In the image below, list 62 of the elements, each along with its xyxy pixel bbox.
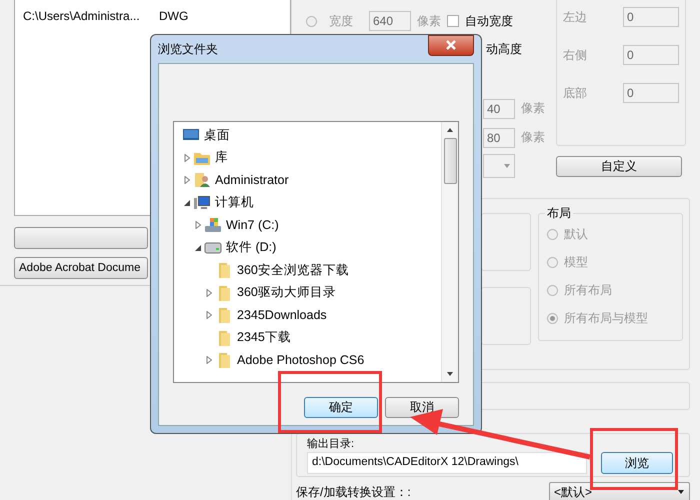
dialog-title: 浏览文件夹	[158, 40, 218, 58]
tree-item[interactable]: 2345Downloads	[237, 308, 327, 322]
browse-button[interactable]: 浏览	[601, 452, 673, 474]
tree-item[interactable]: 库	[215, 149, 228, 166]
output-label: 输出目录:	[307, 437, 354, 451]
tree-item[interactable]: 2345下载	[237, 329, 291, 346]
expand-arrow-icon[interactable]	[183, 176, 191, 184]
size-field[interactable]: 80	[483, 128, 515, 148]
unit-label: 像素	[417, 12, 441, 30]
expand-arrow-icon[interactable]	[205, 288, 213, 297]
checkbox-label: 自动宽度	[465, 12, 513, 30]
close-icon	[446, 40, 456, 50]
scroll-thumb[interactable]	[444, 138, 456, 184]
scrollbar[interactable]	[441, 122, 458, 382]
tree-item[interactable]: Win7 (C:)	[226, 218, 279, 232]
margin-field[interactable]: 0	[623, 83, 679, 103]
unit-label: 像素	[521, 129, 545, 146]
margin-label: 右侧	[563, 46, 587, 64]
expand-arrow-icon[interactable]	[194, 221, 202, 230]
tree-item[interactable]: 360驱动大师目录	[237, 284, 336, 302]
radio-button[interactable]	[306, 16, 317, 26]
radio-label: 所有布局与模型	[564, 310, 648, 327]
custom-button[interactable]: 自定义	[556, 156, 682, 177]
dropdown-arrow-icon	[677, 488, 685, 496]
expand-arrow-icon[interactable]	[205, 311, 213, 320]
tree-item[interactable]: 360安全浏览器下载	[237, 262, 349, 279]
width-field[interactable]: 640	[369, 11, 411, 31]
format-button[interactable]: Adobe Acrobat Docume	[14, 257, 148, 279]
tree-item[interactable]: Adobe Photoshop CS6	[237, 353, 364, 368]
file-type: DWG	[159, 9, 188, 23]
tree-item[interactable]: 软件 (D:)	[226, 239, 276, 256]
computer-icon	[193, 194, 211, 211]
collapse-arrow-icon[interactable]	[194, 244, 202, 252]
checkbox-label: 动高度	[486, 40, 522, 58]
drive-icon	[204, 240, 222, 256]
blank-button[interactable]	[14, 227, 148, 249]
settings-label: 保存/加载转换设置：:	[296, 484, 411, 500]
tree-item[interactable]: 桌面	[204, 126, 230, 144]
size-field[interactable]: 40	[483, 98, 515, 118]
collapse-arrow-icon[interactable]	[183, 198, 191, 207]
dropdown-arrow-icon	[503, 162, 511, 170]
width-label: 宽度	[329, 12, 353, 30]
user-folder-icon	[193, 172, 211, 188]
drive-icon	[204, 217, 222, 234]
radio-label: 模型	[564, 254, 588, 271]
margin-label: 左边	[563, 8, 587, 26]
checkbox[interactable]	[447, 15, 459, 27]
expand-arrow-icon[interactable]	[205, 356, 213, 364]
dialog-button[interactable]: 确定	[304, 397, 378, 418]
radio-label: 默认	[564, 226, 588, 243]
file-path: C:\Users\Administra...	[23, 9, 141, 23]
margin-field[interactable]: 0	[623, 45, 679, 65]
tree-item[interactable]: Administrator	[215, 173, 289, 188]
unit-label: 像素	[521, 100, 545, 117]
tree-item[interactable]: 计算机	[215, 194, 254, 212]
close-button[interactable]	[428, 34, 474, 56]
expand-arrow-icon[interactable]	[183, 154, 191, 162]
margin-label: 底部	[563, 84, 587, 102]
margin-field[interactable]: 0	[623, 7, 679, 27]
output-path-field[interactable]: d:\Documents\CADEditorX 12\Drawings\	[307, 452, 587, 474]
dialog-button[interactable]: 取消	[385, 397, 459, 418]
radio-label: 所有布局	[564, 282, 612, 299]
